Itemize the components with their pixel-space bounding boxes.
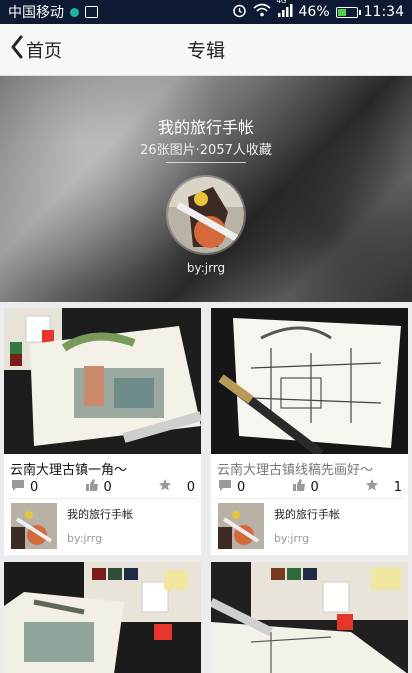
thumbs-up-icon [291,478,307,496]
album-thumbnail [218,502,264,549]
photo-card[interactable]: 云南大理古镇一角～ 0 0 0 我的旅行手帐 by:jrrg [4,308,201,555]
thumbs-up-icon [84,478,100,496]
like-stat[interactable]: 0 [291,478,365,496]
like-count: 0 [310,479,319,495]
photo-title: 云南大理古镇一角～ [10,463,128,476]
status-bar: 中国移动 4G 46% 11:34 [0,0,412,24]
photo-stats: 0 0 0 [4,476,201,498]
divider [166,162,246,163]
album-title: 我的旅行手帐 [157,118,254,137]
battery-fill [337,8,346,16]
photo-thumbnail[interactable] [4,308,201,454]
star-stat[interactable]: 0 [157,478,195,496]
carrier-label: 中国移动 [8,5,64,21]
back-label: 首页 [26,40,62,62]
like-count: 0 [103,479,112,495]
comment-stat[interactable]: 0 [10,479,84,496]
network-type-label: 4G [276,0,287,5]
album-stats: 26张图片·2057人收藏 [140,143,272,158]
photo-card[interactable]: 云南大理古镇线稿先画好～ 0 0 1 我的旅行手帐 by:jrrg [211,308,408,555]
back-button[interactable]: 首页 [0,24,62,75]
card-album-info[interactable]: 我的旅行手帐 by:jrrg [214,498,405,552]
card-album-info[interactable]: 我的旅行手帐 by:jrrg [7,498,198,552]
comment-stat[interactable]: 0 [217,479,291,496]
author-avatar[interactable] [166,175,246,255]
album-thumbnail [11,502,57,549]
album-by: by:jrrg [274,532,310,545]
app-notification-icon [70,7,79,17]
comment-icon [217,479,233,496]
alarm-icon [232,3,247,22]
battery-percent: 46% [298,4,330,20]
like-stat[interactable]: 0 [84,478,158,496]
photo-stats: 0 0 1 [211,476,408,498]
photo-title: 云南大理古镇线稿先画好～ [217,463,374,476]
comment-count: 0 [237,479,246,495]
album-name: 我的旅行手帐 [67,508,133,521]
album-author: by:jrrg [186,261,226,275]
photo-thumbnail[interactable] [211,562,408,673]
star-count: 1 [393,479,402,495]
comment-count: 0 [30,479,39,495]
star-stat[interactable]: 1 [364,478,402,496]
signal-icon: 4G [276,0,293,21]
wifi-icon [252,3,271,21]
album-header: 我的旅行手帐 26张图片·2057人收藏 by:jrrg [0,76,412,302]
battery-icon [335,6,361,18]
photo-thumbnail[interactable] [211,308,408,454]
chevron-left-icon [10,35,24,64]
star-icon [364,478,380,496]
album-name: 我的旅行手帐 [274,508,340,521]
clock: 11:34 [363,4,404,20]
photo-thumbnail[interactable] [4,562,201,673]
star-icon [157,478,173,496]
album-by: by:jrrg [67,532,103,545]
message-icon [85,6,98,18]
title-bar: 首页 专辑 [0,24,412,76]
star-count: 0 [186,479,195,495]
comment-icon [10,479,26,496]
